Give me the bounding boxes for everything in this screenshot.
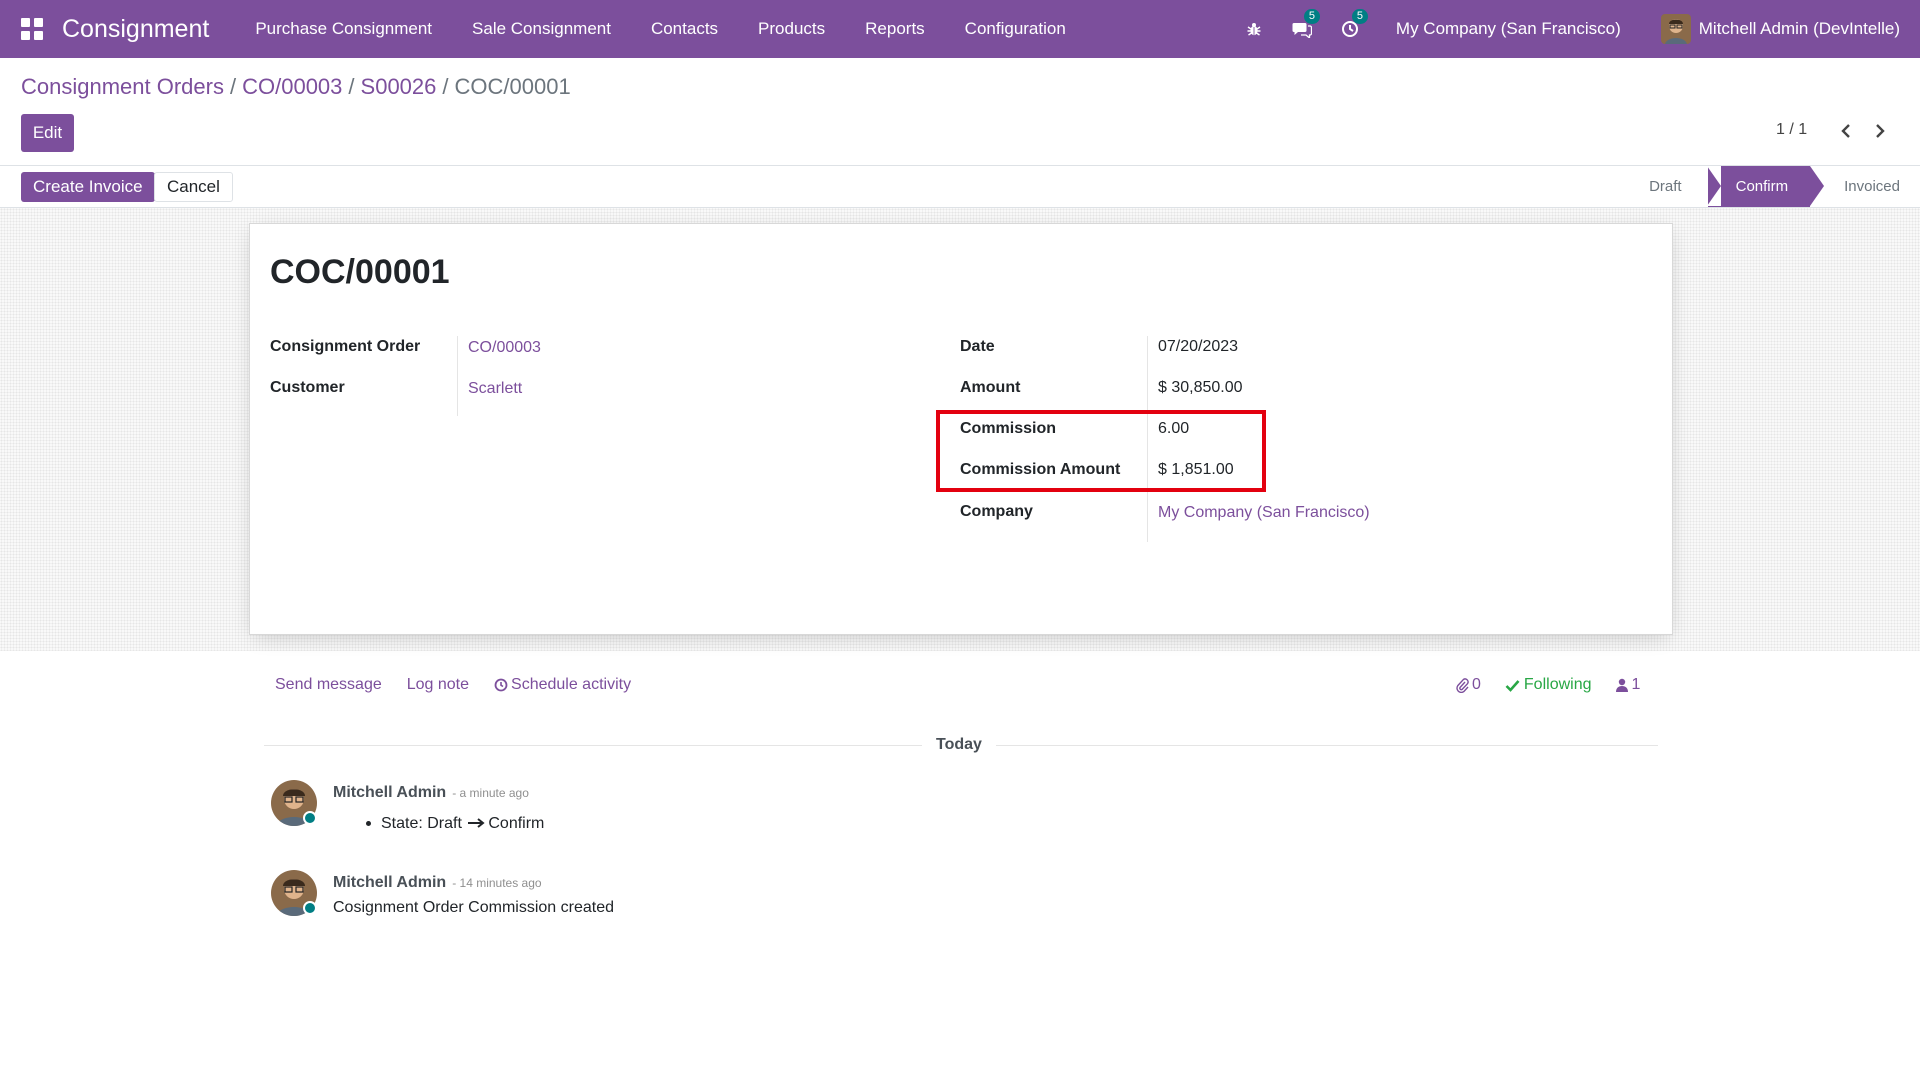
schedule-activity-label: Schedule activity bbox=[511, 676, 632, 693]
messages-badge: 5 bbox=[1303, 9, 1321, 24]
list-bullet bbox=[366, 821, 371, 827]
arrow-right-icon bbox=[468, 818, 485, 828]
value-amount: $ 30,850.00 bbox=[1158, 379, 1243, 396]
tracking-new-value: Confirm bbox=[488, 815, 545, 832]
stage-draft[interactable]: Draft bbox=[1629, 166, 1702, 207]
highlight-annotation-box bbox=[936, 410, 1266, 492]
message-author-name: Mitchell Admin bbox=[333, 784, 447, 801]
followers-count: 1 bbox=[1631, 676, 1641, 693]
chatter-actions: Send message Log note Schedule activity bbox=[275, 676, 656, 694]
value-consignment-order[interactable]: CO/00003 bbox=[468, 339, 541, 357]
debug-bug-icon[interactable] bbox=[1242, 17, 1266, 41]
breadcrumb-s00026[interactable]: S00026 bbox=[361, 74, 437, 100]
breadcrumb-co-00003[interactable]: CO/00003 bbox=[242, 74, 342, 100]
pager-next-icon[interactable] bbox=[1868, 118, 1892, 144]
user-icon bbox=[1615, 678, 1628, 692]
followers-button[interactable]: 1 bbox=[1615, 676, 1641, 694]
breadcrumb-consignment-orders[interactable]: Consignment Orders bbox=[21, 74, 224, 100]
create-invoice-button[interactable]: Create Invoice bbox=[21, 172, 155, 202]
field-separator bbox=[457, 336, 458, 416]
attachments-button[interactable]: 0 bbox=[1455, 676, 1481, 694]
label-date: Date bbox=[960, 338, 995, 355]
user-avatar bbox=[1660, 14, 1691, 44]
app-name[interactable]: Consignment bbox=[62, 15, 209, 44]
tracking-old-value: State: Draft bbox=[381, 815, 462, 832]
top-navbar: Consignment Purchase Consignment Sale Co… bbox=[0, 0, 1920, 58]
attachments-count: 0 bbox=[1472, 676, 1481, 693]
message-time: - 14 minutes ago bbox=[452, 876, 542, 890]
value-date: 07/20/2023 bbox=[1158, 338, 1239, 355]
breadcrumb-current: COC/00001 bbox=[454, 74, 571, 99]
value-company[interactable]: My Company (San Francisco) bbox=[1158, 504, 1370, 522]
message-author[interactable]: Mitchell Admin - a minute ago bbox=[333, 784, 529, 802]
message-author-name: Mitchell Admin bbox=[333, 874, 447, 891]
activities-clock-icon[interactable]: 5 bbox=[1338, 9, 1369, 41]
log-note-button[interactable]: Log note bbox=[407, 676, 469, 694]
menu-products[interactable]: Products bbox=[738, 19, 845, 39]
messages-icon[interactable]: 5 bbox=[1290, 9, 1321, 41]
day-separator-label: Today bbox=[922, 736, 996, 754]
label-amount: Amount bbox=[960, 379, 1021, 396]
message-author[interactable]: Mitchell Admin - 14 minutes ago bbox=[333, 874, 542, 892]
message-time: - a minute ago bbox=[452, 786, 529, 800]
breadcrumb-separator: / bbox=[442, 74, 449, 99]
breadcrumb: Consignment Orders / CO/00003 / S00026 /… bbox=[21, 74, 571, 100]
user-menu[interactable]: Mitchell Admin (DevIntelle) bbox=[1660, 14, 1900, 44]
value-customer[interactable]: Scarlett bbox=[468, 380, 522, 398]
user-name: Mitchell Admin (DevIntelle) bbox=[1698, 19, 1900, 38]
following-label: Following bbox=[1523, 676, 1592, 693]
online-status-indicator bbox=[303, 901, 317, 915]
following-button[interactable]: Following bbox=[1505, 676, 1592, 694]
edit-button[interactable]: Edit bbox=[21, 114, 74, 152]
pager-previous-icon[interactable] bbox=[1834, 118, 1858, 144]
clock-icon bbox=[494, 678, 508, 692]
online-status-indicator bbox=[303, 811, 317, 825]
message-body: State: Draft Confirm bbox=[366, 815, 544, 833]
stage-pipeline: Draft Confirm Invoiced bbox=[1629, 166, 1920, 207]
cancel-button[interactable]: Cancel bbox=[154, 172, 233, 202]
menu-configuration[interactable]: Configuration bbox=[945, 19, 1086, 39]
label-customer: Customer bbox=[270, 379, 345, 396]
breadcrumb-separator: / bbox=[348, 74, 355, 99]
breadcrumb-separator: / bbox=[229, 74, 237, 99]
menu-reports[interactable]: Reports bbox=[845, 19, 945, 39]
status-bar: Create Invoice Cancel Draft Confirm Invo… bbox=[0, 165, 1920, 208]
schedule-activity-button[interactable]: Schedule activity bbox=[494, 676, 631, 694]
record-title: COC/00001 bbox=[270, 253, 450, 291]
label-consignment-order: Consignment Order bbox=[270, 338, 421, 355]
menu-contacts[interactable]: Contacts bbox=[631, 19, 738, 39]
menu-sale-consignment[interactable]: Sale Consignment bbox=[452, 19, 631, 39]
activities-badge: 5 bbox=[1351, 9, 1369, 24]
stage-confirm[interactable]: Confirm bbox=[1706, 166, 1824, 207]
menu-purchase-consignment[interactable]: Purchase Consignment bbox=[235, 19, 452, 39]
apps-menu-icon[interactable] bbox=[21, 18, 43, 40]
message-body: Cosignment Order Commission created bbox=[333, 899, 614, 916]
company-switcher[interactable]: My Company (San Francisco) bbox=[1396, 19, 1621, 39]
paperclip-icon bbox=[1456, 677, 1469, 693]
chatter-topbar-right: 0 Following 1 bbox=[1455, 676, 1640, 694]
label-company: Company bbox=[960, 503, 1033, 520]
stage-invoiced[interactable]: Invoiced bbox=[1824, 166, 1920, 207]
pager-value[interactable]: 1 / 1 bbox=[1776, 121, 1807, 139]
send-message-button[interactable]: Send message bbox=[275, 676, 382, 694]
check-icon bbox=[1505, 679, 1520, 692]
